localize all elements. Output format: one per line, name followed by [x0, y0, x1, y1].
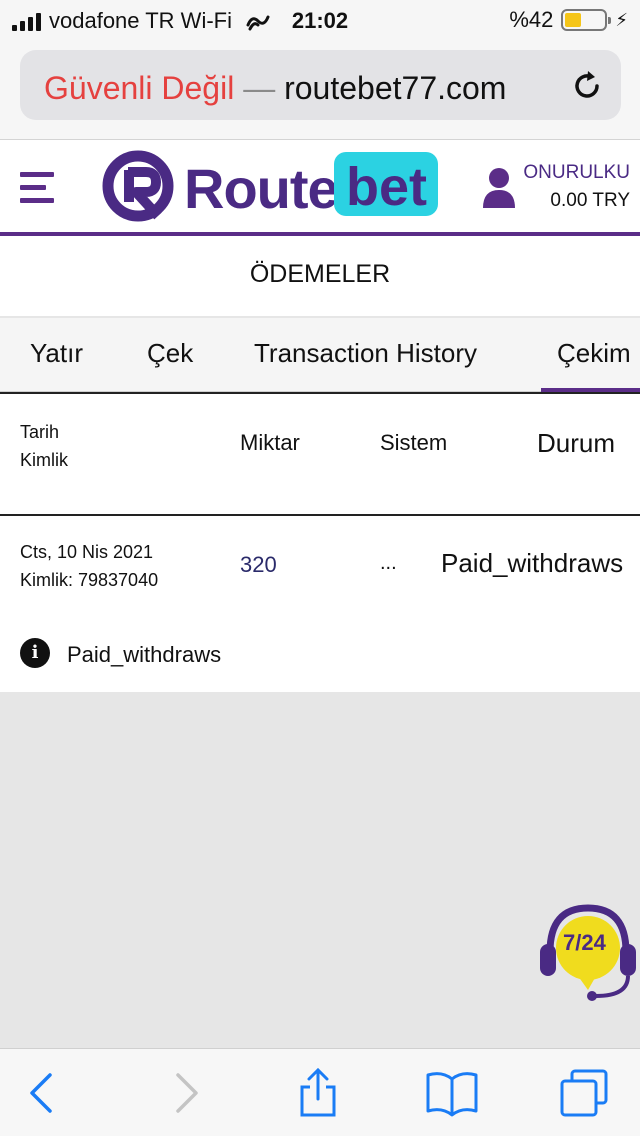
payment-tabs: Yatır Çek Transaction History Çekim — [0, 318, 640, 392]
tabs-icon[interactable] — [558, 1067, 610, 1119]
info-icon[interactable]: i — [20, 638, 50, 668]
column-header-id: Kimlik — [20, 450, 68, 470]
browser-chrome: Güvenli Değil — routebet77.com — [0, 42, 640, 140]
page-title-bar: ÖDEMELER — [0, 236, 640, 316]
info-status-text: Paid_withdraws — [67, 642, 222, 667]
menu-icon[interactable] — [20, 172, 54, 204]
logo-bet-text: bet — [346, 157, 427, 217]
logo-route-text: Route — [184, 157, 339, 220]
username[interactable]: ONURULKU — [523, 162, 630, 184]
logo-bet-box: bet — [334, 152, 438, 217]
column-header-date: Tarih — [20, 422, 60, 442]
user-icon[interactable] — [482, 166, 516, 208]
cell-amount: 320 — [240, 552, 277, 577]
url-text[interactable]: Güvenli Değil — routebet77.com — [44, 70, 506, 107]
url-domain: routebet77.com — [284, 70, 507, 106]
withdrawals-table: Tarih Kimlik Miktar Sistem Durum Cts, 10… — [0, 392, 640, 692]
cell-status: Paid_withdraws — [441, 548, 624, 578]
support-label: 7/24 — [563, 930, 606, 955]
tab-withdrawals[interactable]: Çekim — [557, 338, 631, 369]
column-header-date-id: Tarih Kimlik — [20, 418, 68, 474]
column-header-system: Sistem — [380, 430, 448, 455]
cell-system: ... — [380, 552, 397, 574]
cell-date-id: Cts, 10 Nis 2021 Kimlik: 79837040 — [20, 538, 158, 594]
tab-withdraw[interactable]: Çek — [147, 338, 193, 369]
column-header-status: Durum — [537, 428, 616, 458]
status-bar: vodafone TR Wi-Fi 21:02 %42 ⚡ — [0, 0, 640, 42]
site-header: Route bet ONURULKU 0.00 TRY — [0, 140, 640, 236]
header-divider — [0, 514, 640, 516]
cell-id: Kimlik: 79837040 — [20, 570, 159, 590]
balance: 0.00 TRY — [550, 190, 630, 211]
battery-icon — [561, 9, 612, 31]
browser-toolbar — [0, 1048, 640, 1136]
address-bar[interactable]: Güvenli Değil — routebet77.com — [20, 50, 621, 120]
share-icon[interactable] — [292, 1067, 344, 1119]
logo-mark-icon — [102, 150, 174, 222]
live-support-button[interactable]: 7/24 — [536, 896, 640, 1004]
bookmarks-icon[interactable] — [426, 1067, 478, 1119]
battery-percent: %42 — [509, 7, 554, 32]
column-header-amount: Miktar — [240, 430, 300, 455]
reload-icon[interactable] — [569, 68, 605, 104]
tab-deposit[interactable]: Yatır — [30, 338, 83, 369]
insecure-warning: Güvenli Değil — [44, 70, 235, 106]
routebet-logo[interactable]: Route bet — [102, 150, 442, 226]
url-separator: — — [243, 70, 276, 106]
forward-icon[interactable] — [158, 1067, 210, 1119]
tab-transaction-history[interactable]: Transaction History — [254, 338, 477, 369]
status-right: %42 ⚡ — [509, 7, 628, 33]
page-title: ÖDEMELER — [249, 260, 391, 288]
back-icon[interactable] — [18, 1067, 70, 1119]
cell-date: Cts, 10 Nis 2021 — [20, 542, 154, 562]
charging-icon: ⚡ — [615, 9, 628, 30]
